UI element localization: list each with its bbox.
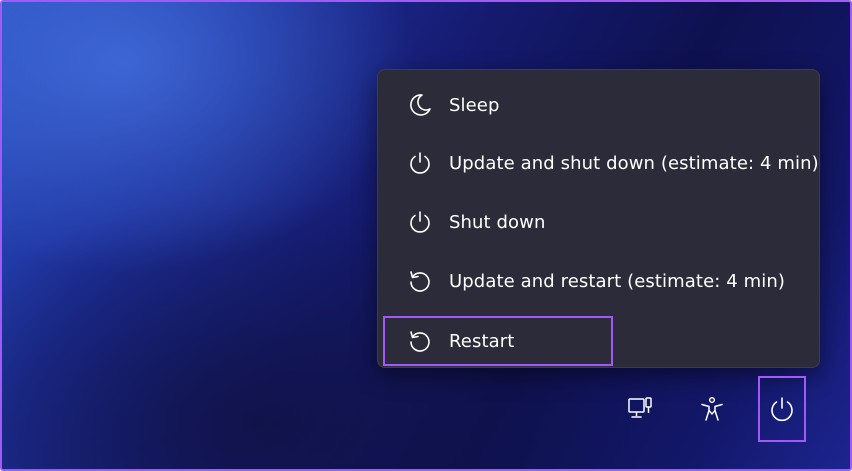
lock-screen: Sleep Update and shut down (estimate: 4 … (0, 0, 852, 471)
menu-item-label: Shut down (449, 211, 546, 233)
menu-item-update-and-restart[interactable]: Update and restart (estimate: 4 min) (378, 256, 819, 306)
power-button[interactable] (758, 376, 806, 442)
menu-item-label: Update and shut down (estimate: 4 min) (449, 152, 819, 174)
accessibility-button[interactable] (688, 376, 736, 442)
power-icon (406, 208, 434, 236)
moon-icon (406, 91, 434, 119)
menu-item-label: Sleep (449, 94, 500, 116)
accessibility-icon (698, 395, 726, 423)
menu-item-label: Update and restart (estimate: 4 min) (449, 270, 785, 292)
network-button[interactable] (616, 376, 664, 442)
network-icon (626, 395, 654, 423)
menu-item-shut-down[interactable]: Shut down (378, 197, 819, 247)
menu-item-sleep[interactable]: Sleep (378, 80, 819, 130)
restart-highlight-outline (383, 316, 613, 366)
power-icon (768, 395, 796, 423)
power-menu: Sleep Update and shut down (estimate: 4 … (377, 69, 820, 368)
restart-icon (406, 267, 434, 295)
menu-item-update-and-shut-down[interactable]: Update and shut down (estimate: 4 min) (378, 138, 819, 188)
power-icon (406, 149, 434, 177)
